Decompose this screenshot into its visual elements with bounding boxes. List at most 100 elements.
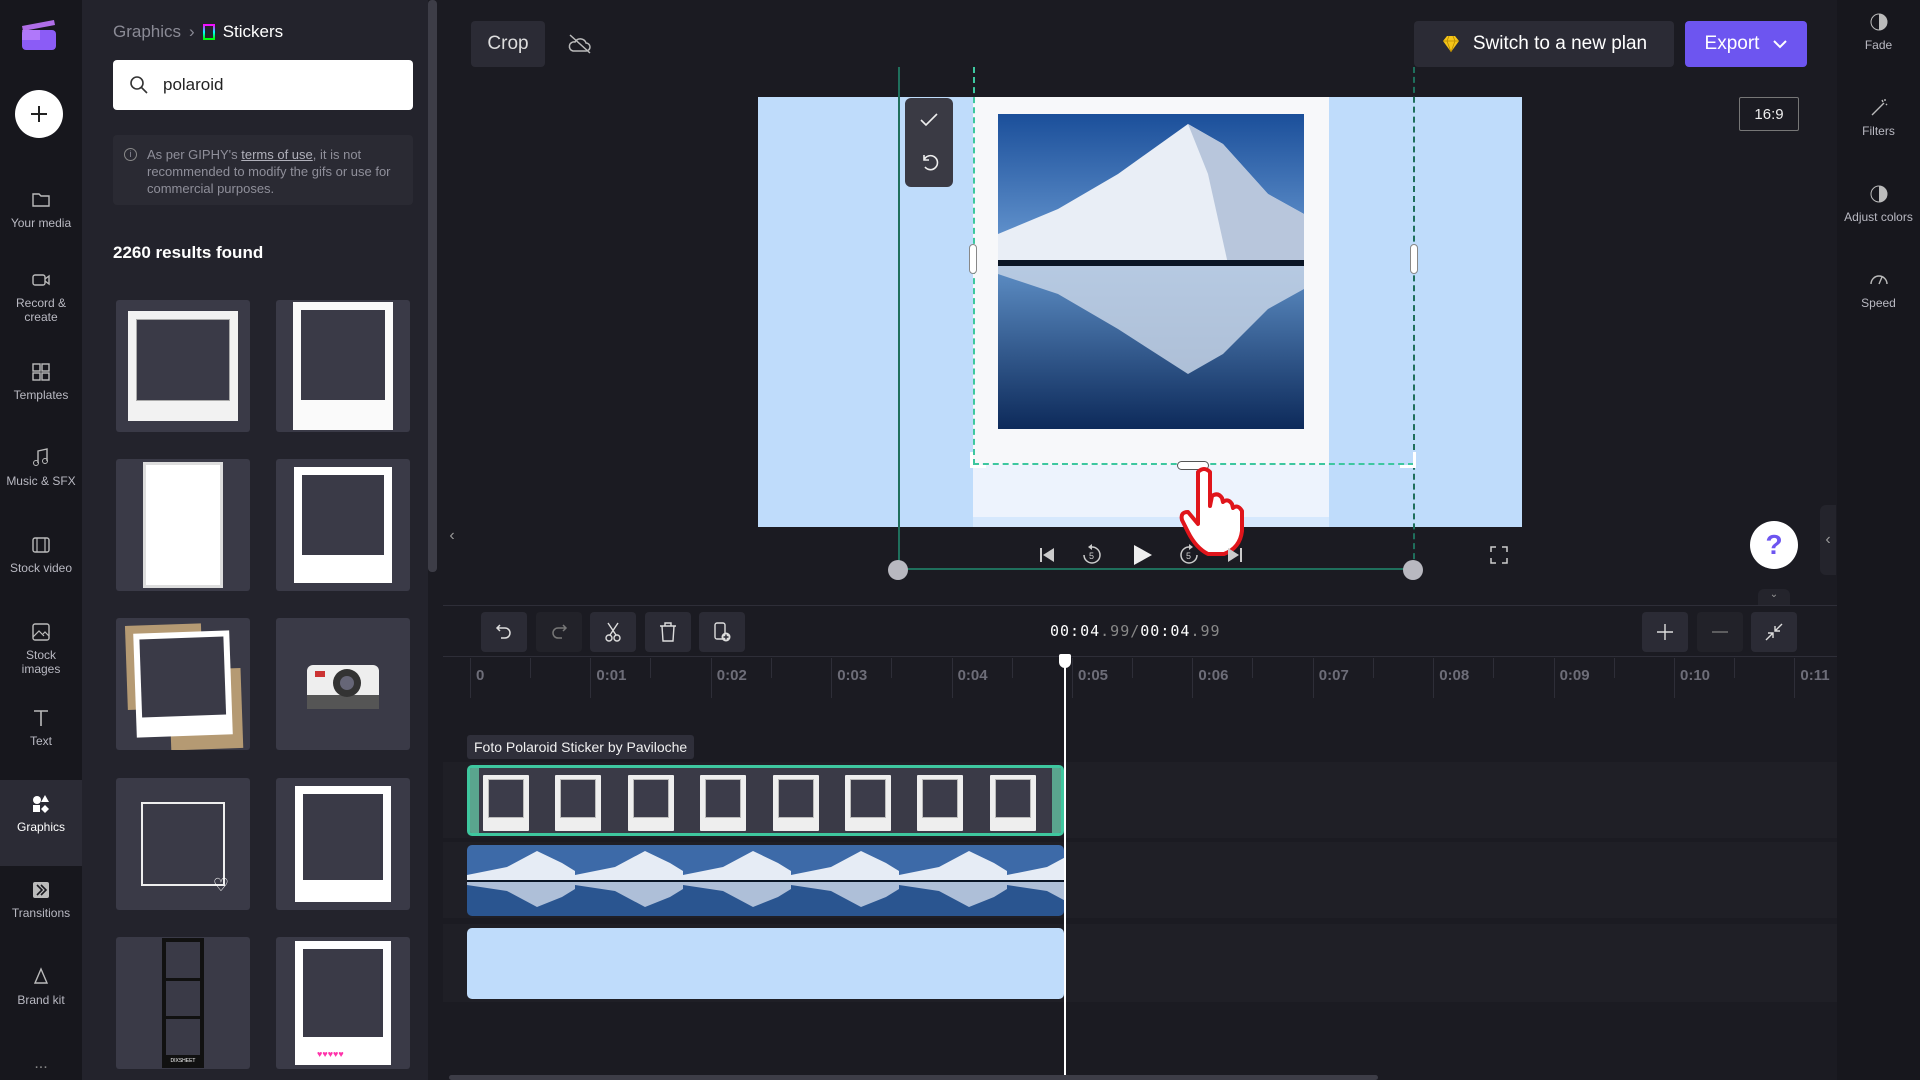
reset-crop-icon[interactable] [919,152,939,172]
chevron-right-icon: › [189,22,195,41]
property-adjust-colors[interactable]: Adjust colors [1837,184,1920,224]
sticker-result[interactable] [116,618,250,750]
aspect-ratio-button[interactable]: 16:9 [1739,97,1799,131]
more-button[interactable]: ... [0,1055,82,1073]
redo-button[interactable] [536,612,582,652]
ruler-minor-tick [1734,658,1735,678]
clip-frame-thumbnail [700,775,747,831]
guide-knob-right[interactable] [1403,560,1423,580]
playhead[interactable] [1064,655,1066,1080]
sticker-result[interactable] [276,618,410,750]
ruler-tick-label: 0:05 [1078,667,1109,684]
sticker-result[interactable]: DIXSHEET [116,937,250,1069]
timeline-scrollbar[interactable] [449,1075,1378,1080]
panel-scrollbar[interactable] [428,0,437,572]
sticker-result[interactable] [276,300,410,432]
ruler-tick-label: 0:04 [957,667,988,684]
terms-link[interactable]: terms of use [241,147,313,162]
delete-button[interactable] [645,612,691,652]
expand-timeline-button[interactable]: ⌄ [1758,589,1790,605]
video-frame-thumbnail [683,845,791,916]
upgrade-plan-button[interactable]: Switch to a new plan [1414,21,1674,67]
ruler-tick-line [1674,658,1675,698]
forward-5-icon[interactable]: 5 [1178,544,1200,566]
speed-icon [1869,275,1888,285]
results-count: 2260 results found [113,243,264,262]
breadcrumb-stickers: Stickers [222,22,284,41]
sticker-result[interactable] [276,459,410,591]
rail-item-graphics[interactable]: Graphics [0,780,82,866]
clip-trim-handle-left[interactable] [470,768,479,833]
ruler-tick-line [1072,658,1073,698]
undo-button[interactable] [481,612,527,652]
timecode: 00:04.99/00:04.99 [1050,622,1221,640]
rail-item-your-media[interactable]: Your media [0,190,82,230]
redo-icon [552,624,568,639]
rail-item-transitions[interactable]: Transitions [0,880,82,920]
sticker-result[interactable]: ♡ [116,778,250,910]
confirm-crop-icon[interactable] [919,112,939,128]
fade-icon [1870,13,1887,31]
crop-handle-left[interactable] [969,244,977,274]
rail-item-brand-kit[interactable]: Brand kit [0,967,82,1007]
current-time-frac: .99 [1100,622,1131,640]
info-icon: i [124,148,137,161]
rail-item-text[interactable]: Text [0,708,82,748]
play-icon[interactable] [1131,544,1153,566]
crop-selection[interactable] [973,67,1414,465]
cloud-off-button[interactable] [560,24,600,64]
app-logo[interactable] [20,16,58,52]
rail-item-label: Brand kit [17,993,65,1007]
svg-text:5: 5 [1186,551,1191,561]
zoom-out-button[interactable] [1697,612,1743,652]
background-color-clip[interactable] [467,928,1064,999]
sticker-result[interactable] [276,778,410,910]
crop-handle-right[interactable] [1410,244,1418,274]
clip-frame-thumbnail [989,775,1036,831]
crop-button[interactable]: Crop [471,21,545,67]
breadcrumb-graphics[interactable]: Graphics [113,22,181,42]
property-label: Speed [1861,296,1896,310]
ruler-tick-line [1794,658,1796,698]
create-new-button[interactable] [15,90,63,138]
fullscreen-icon[interactable] [1490,546,1508,564]
rail-item-music-sfx[interactable]: Music & SFX [0,448,82,488]
clip-trim-handle-right[interactable] [1052,768,1061,833]
sticker-clip[interactable] [467,765,1064,836]
duplicate-button[interactable] [699,612,745,652]
sticker-result[interactable]: ♥♥♥♥♥ [276,937,410,1069]
rewind-5-icon[interactable]: 5 [1081,544,1103,566]
split-button[interactable] [590,612,636,652]
rail-item-stock-video[interactable]: Stock video [0,535,82,575]
ruler-tick-line [1312,658,1314,698]
zoom-in-button[interactable] [1642,612,1688,652]
property-fade[interactable]: Fade [1837,12,1920,52]
guide-knob-left[interactable] [888,560,908,580]
rail-item-record-create[interactable]: Record & create [0,270,82,324]
sticker-result[interactable] [116,459,250,591]
collapse-right-button[interactable]: ‹ [1820,505,1836,575]
property-label: Adjust colors [1844,210,1913,224]
rail-item-templates[interactable]: Templates [0,362,82,402]
crop-guide-left [898,67,900,569]
collapse-panel-button[interactable]: ‹ [444,527,460,555]
crop-corner-br[interactable] [1400,452,1416,468]
fit-timeline-button[interactable] [1751,612,1797,652]
search-input[interactable]: polaroid [113,60,413,110]
playhead-handle[interactable] [1059,654,1071,668]
ruler-minor-tick [1493,658,1495,678]
sticker-result[interactable] [116,300,250,432]
ruler-minor-tick [1252,658,1254,678]
rail-item-stock-images[interactable]: Stock images [0,622,82,676]
crop-corner-bl[interactable] [970,452,986,468]
export-button[interactable]: Export [1685,21,1807,67]
cloud-off-icon [568,34,591,54]
skip-forward-icon[interactable] [1226,546,1244,564]
property-filters[interactable]: Filters [1837,98,1920,138]
help-button[interactable]: ? [1750,521,1798,569]
video-clip[interactable] [467,845,1064,916]
polaroid-camera-icon [307,665,379,709]
property-speed[interactable]: Speed [1837,270,1920,310]
clip-label: Foto Polaroid Sticker by Paviloche [467,735,695,759]
skip-back-icon[interactable] [1038,546,1056,564]
